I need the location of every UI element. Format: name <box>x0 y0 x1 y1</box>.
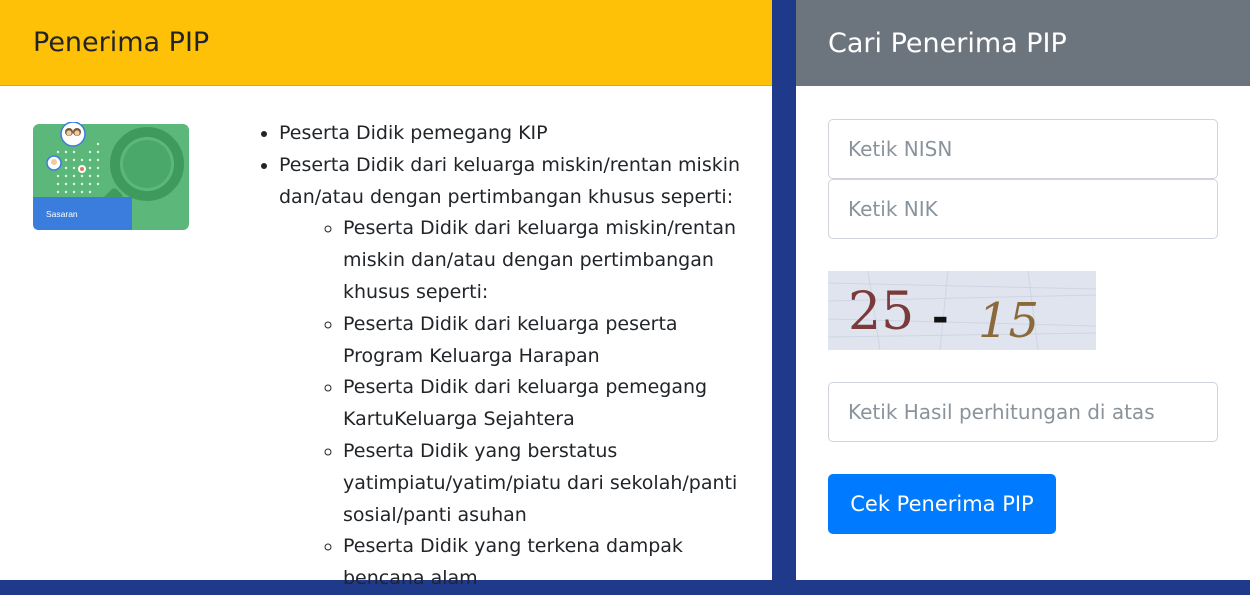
captcha-left: 25 <box>848 282 914 342</box>
illustration-label: Sasaran <box>46 209 78 219</box>
penerima-pip-title: Penerima PIP <box>33 27 210 58</box>
list-item: Peserta Didik dari keluarga miskin/renta… <box>279 150 757 595</box>
sub-list-item: Peserta Didik dari keluarga miskin/renta… <box>343 213 757 308</box>
penerima-pip-header: Penerima PIP <box>0 0 772 86</box>
cek-penerima-button[interactable]: Cek Penerima PIP <box>828 474 1056 534</box>
list-item: Peserta Didik pemegang KIP <box>279 118 757 150</box>
penerima-pip-card: Penerima PIP Sasaran Peserta Didik peme <box>0 0 772 589</box>
search-card: Cari Penerima PIP 25 - 15 Cek Penerima P… <box>796 0 1250 580</box>
sub-list-item: Peserta Didik yang berstatus yatimpiatu/… <box>343 436 757 531</box>
criteria-list: Peserta Didik pemegang KIP Peserta Didik… <box>257 118 757 595</box>
sub-list-item: Peserta Didik yang terkena dampak bencan… <box>343 531 757 595</box>
captcha-operator: - <box>932 295 949 341</box>
nisn-input[interactable] <box>828 119 1218 179</box>
captcha-answer-input[interactable] <box>828 382 1218 442</box>
search-header: Cari Penerima PIP <box>796 0 1250 86</box>
captcha-image: 25 - 15 <box>828 271 1096 350</box>
magnifier-illustration-icon: Sasaran <box>33 122 189 230</box>
nik-input[interactable] <box>828 179 1218 239</box>
search-title: Cari Penerima PIP <box>828 27 1067 59</box>
sub-list-item: Peserta Didik dari keluarga peserta Prog… <box>343 309 757 373</box>
sub-list-item: Peserta Didik dari keluarga pemegang Kar… <box>343 372 757 436</box>
captcha-right: 15 <box>978 293 1039 349</box>
list-item-text: Peserta Didik dari keluarga miskin/renta… <box>279 153 741 208</box>
